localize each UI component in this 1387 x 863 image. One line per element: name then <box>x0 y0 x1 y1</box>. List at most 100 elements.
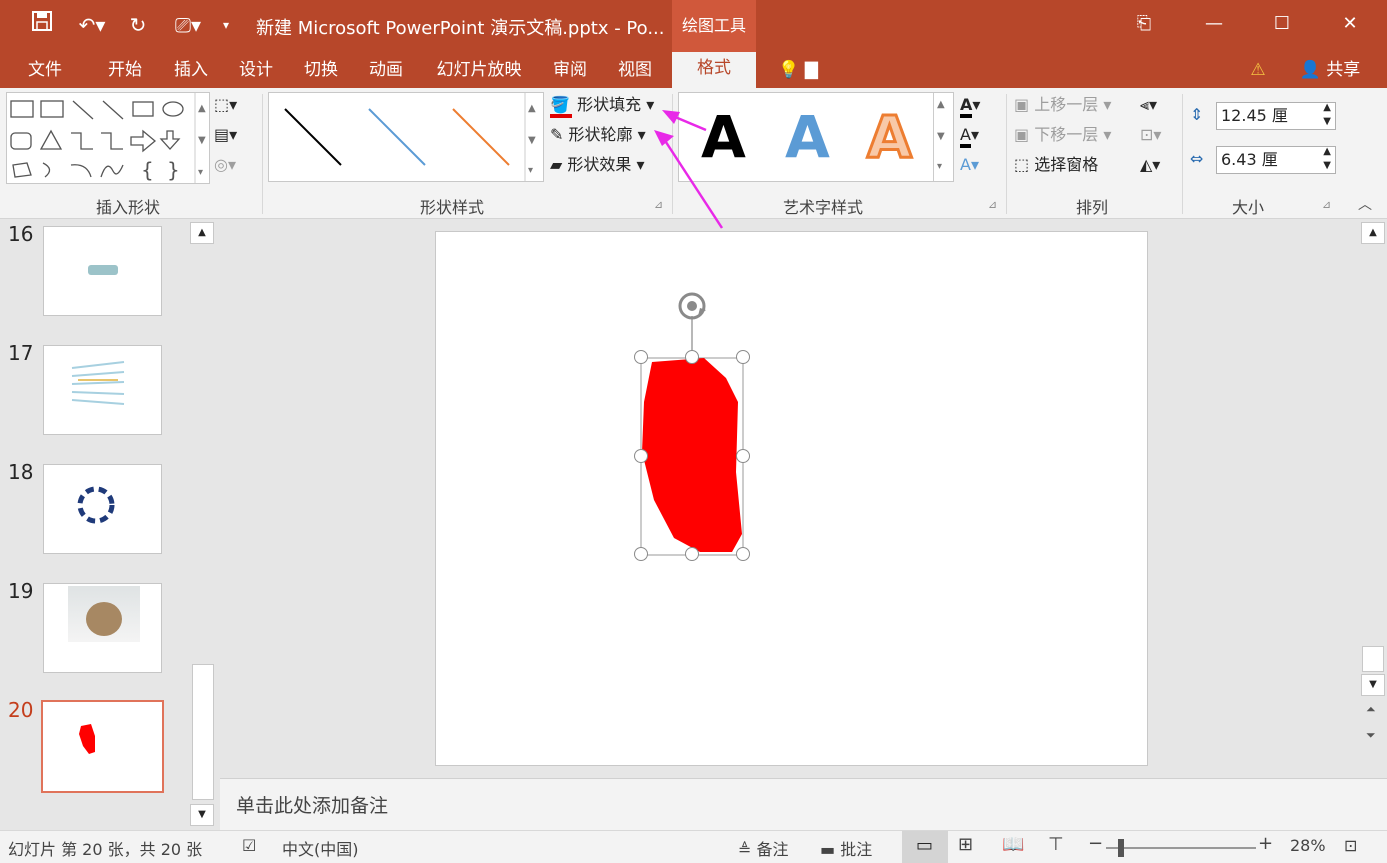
selection-pane-button[interactable]: ⬚ 选择窗格 <box>1014 152 1098 178</box>
text-effects-icon[interactable]: A▾ <box>960 152 979 178</box>
slide-thumbnail-18[interactable] <box>43 464 162 554</box>
scroll-down-icon[interactable]: ▼ <box>190 804 214 826</box>
ribbon-display-icon[interactable]: ⎗ <box>1124 8 1164 40</box>
size-launcher-icon[interactable]: ⊿ <box>1322 192 1331 218</box>
effects-icon: ▰ <box>550 155 563 174</box>
warning-icon[interactable]: ⚠ <box>1240 56 1276 86</box>
tab-design[interactable]: 设计 <box>227 56 285 86</box>
notes-pane[interactable]: 单击此处添加备注 <box>220 778 1387 830</box>
tab-insert[interactable]: 插入 <box>162 56 220 86</box>
edit-shape-icon[interactable]: ⬚▾ <box>214 92 237 118</box>
width-spinner-icon[interactable]: ▲ ▼ <box>1323 145 1331 173</box>
wordart-styles-label: 艺术字样式 <box>783 198 864 217</box>
tab-animations[interactable]: 动画 <box>357 56 415 86</box>
text-fill-icon[interactable]: A▾ <box>960 92 980 118</box>
align-icon[interactable]: ⫷▾ <box>1140 92 1157 118</box>
slide[interactable] <box>435 231 1148 766</box>
tab-home[interactable]: 开始 <box>96 56 154 86</box>
scroll-up-icon[interactable]: ▲ <box>1361 222 1385 244</box>
resize-handle[interactable] <box>685 350 699 364</box>
resize-handle[interactable] <box>685 547 699 561</box>
shape-fill-button[interactable]: 🪣 形状填充 ▾ <box>550 92 654 118</box>
undo-icon[interactable]: ↶▾ <box>72 10 112 40</box>
resize-handle[interactable] <box>634 350 648 364</box>
tab-review[interactable]: 审阅 <box>541 56 599 86</box>
tab-format[interactable]: 格式 <box>672 52 756 88</box>
zoom-out-icon[interactable]: − <box>1088 833 1103 854</box>
slide-sorter-icon[interactable]: ⊞ <box>958 834 973 855</box>
normal-view-button[interactable]: ▭ <box>902 831 948 863</box>
bring-forward-icon: ▣ <box>1014 95 1030 114</box>
slide-thumbnail-16[interactable] <box>43 226 162 316</box>
fit-slide-icon[interactable]: ⊡ <box>1344 836 1357 855</box>
resize-handle[interactable] <box>736 449 750 463</box>
resize-handle[interactable] <box>736 547 750 561</box>
maximize-button[interactable]: ☐ <box>1262 8 1302 40</box>
tab-view[interactable]: 视图 <box>606 56 664 86</box>
slide-thumbnail-20[interactable] <box>41 700 164 793</box>
resize-handle[interactable] <box>634 449 648 463</box>
group-icon[interactable]: ⊡▾ <box>1140 122 1161 148</box>
bring-forward-button[interactable]: ▣ 上移一层 ▾ <box>1014 92 1111 118</box>
rotate-icon[interactable]: ◭▾ <box>1140 152 1160 178</box>
slide-thumbnail-17[interactable] <box>43 345 162 435</box>
present-icon[interactable]: ⎚▾ <box>168 10 208 40</box>
shape-styles-gallery[interactable]: ▲ ▼ ▾ <box>268 92 544 182</box>
previous-slide-icon[interactable]: ⏶ <box>1366 702 1376 717</box>
spell-check-icon[interactable]: ☑ <box>242 836 256 855</box>
svg-text:▾: ▾ <box>528 165 533 176</box>
height-input[interactable]: 12.45 厘 ▲ ▼ <box>1216 102 1336 130</box>
collapse-ribbon-icon[interactable]: ︿ <box>1358 192 1372 218</box>
redo-icon[interactable]: ↻ <box>124 10 152 40</box>
slide-thumbnail-19[interactable] <box>43 583 162 673</box>
comment-icon: ▬ <box>820 840 836 859</box>
wordart-launcher-icon[interactable]: ⊿ <box>988 192 997 218</box>
language[interactable]: 中文(中国) <box>282 836 359 860</box>
tab-slideshow[interactable]: 幻灯片放映 <box>424 56 534 86</box>
scroll-down-icon[interactable]: ▼ <box>937 131 945 142</box>
zoom-slider[interactable] <box>1106 847 1256 849</box>
notes-icon: ≜ <box>738 840 752 859</box>
send-backward-label: 下移一层 <box>1034 125 1099 144</box>
resize-handle[interactable] <box>634 547 648 561</box>
shape-outline-button[interactable]: ✎ 形状轮廓 ▾ <box>550 122 646 148</box>
bring-forward-label: 上移一层 <box>1034 95 1099 114</box>
more-icon[interactable]: ▾ <box>937 161 942 172</box>
resize-handle[interactable] <box>736 350 750 364</box>
height-spinner-icon[interactable]: ▲ ▼ <box>1323 101 1331 129</box>
scroll-thumb[interactable] <box>192 664 214 800</box>
tell-me-icon[interactable]: 💡 ▇ <box>768 56 828 86</box>
comments-button[interactable]: ▬ 批注 <box>820 836 872 860</box>
scroll-up-icon[interactable]: ▲ <box>190 222 214 244</box>
zoom-slider-thumb[interactable] <box>1118 839 1124 857</box>
notes-button[interactable]: ≜ 备注 <box>738 836 789 860</box>
annotation-arrows <box>654 110 724 229</box>
notes-placeholder[interactable]: 单击此处添加备注 <box>236 791 388 818</box>
customize-qat-icon[interactable]: ▾ <box>212 10 240 40</box>
zoom-in-icon[interactable]: + <box>1258 833 1273 854</box>
tab-transitions[interactable]: 切换 <box>292 56 350 86</box>
width-input[interactable]: 6.43 厘 ▲ ▼ <box>1216 146 1336 174</box>
scroll-thumb[interactable] <box>1362 646 1384 672</box>
next-slide-icon[interactable]: ⏷ <box>1366 728 1376 743</box>
text-outline-icon[interactable]: A▾ <box>960 122 979 148</box>
scroll-down-icon[interactable]: ▼ <box>1361 674 1385 696</box>
scroll-up-icon[interactable]: ▲ <box>937 99 945 110</box>
reading-view-icon[interactable]: 📖 <box>1002 834 1024 855</box>
wordart-orange[interactable]: A <box>866 106 914 169</box>
save-icon[interactable] <box>28 10 56 40</box>
send-backward-button[interactable]: ▣ 下移一层 ▾ <box>1014 122 1111 148</box>
canvas-scrollbar[interactable]: ▲ ▼ ⏶ ⏷ <box>1360 222 1387 778</box>
minimize-button[interactable]: — <box>1194 8 1234 40</box>
zoom-level[interactable]: 28% <box>1290 836 1326 855</box>
shapes-gallery[interactable]: { } ▲ ▼ ▾ <box>6 92 210 184</box>
share-button[interactable]: 👤 共享 <box>1290 56 1370 86</box>
close-button[interactable]: ✕ <box>1330 8 1370 40</box>
slideshow-icon[interactable]: ⊤ <box>1048 834 1064 855</box>
tab-file[interactable]: 文件 <box>16 56 74 86</box>
shape-effects-button[interactable]: ▰ 形状效果 ▾ <box>550 152 645 178</box>
wordart-blue[interactable]: A <box>785 107 830 167</box>
text-box-icon[interactable]: ▤▾ <box>214 122 237 148</box>
merge-shapes-icon[interactable]: ◎▾ <box>214 152 236 178</box>
thumbnails-scrollbar[interactable]: ▲ ▼ <box>190 222 216 828</box>
